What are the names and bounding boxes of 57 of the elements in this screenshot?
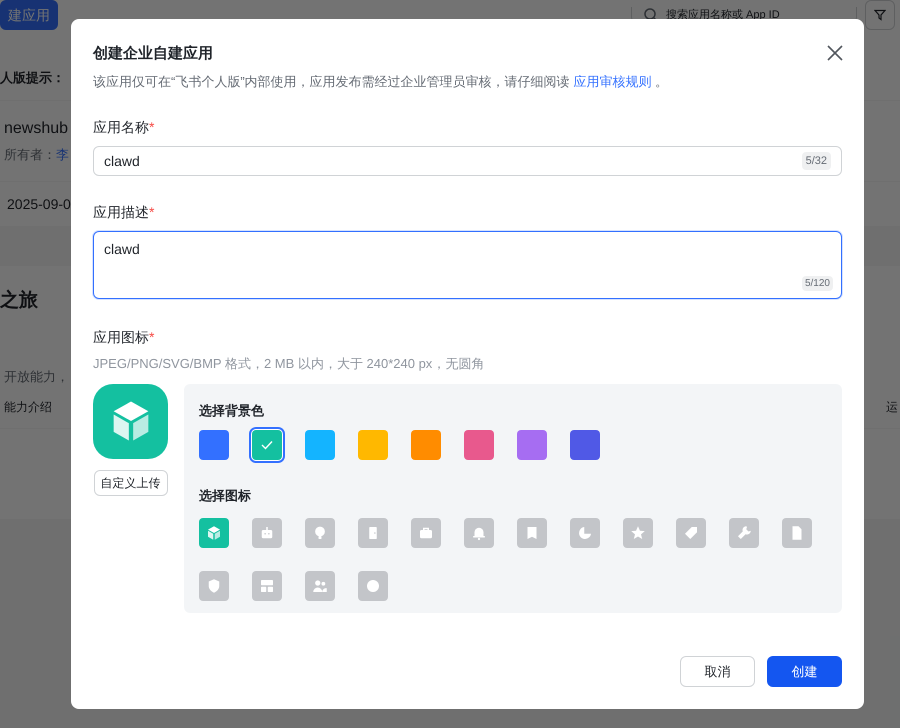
icon-option[interactable] bbox=[517, 518, 547, 548]
icon-option[interactable] bbox=[464, 518, 494, 548]
color-swatch[interactable] bbox=[464, 430, 494, 460]
color-swatch[interactable] bbox=[411, 430, 441, 460]
date-text: 2025-09-0 bbox=[7, 194, 71, 214]
dialog-title: 创建企业自建应用 bbox=[93, 44, 213, 64]
icon-option[interactable] bbox=[729, 518, 759, 548]
icon-heading: 选择图标 bbox=[199, 487, 252, 505]
field-label: 应用图标 bbox=[93, 328, 149, 347]
check-icon bbox=[261, 440, 273, 450]
app-description-input[interactable]: clawd 5/120 bbox=[93, 231, 842, 299]
icon-option[interactable] bbox=[358, 518, 388, 548]
icon-option[interactable] bbox=[623, 518, 653, 548]
wrench-icon bbox=[735, 524, 753, 542]
ops-text: 运 bbox=[886, 399, 899, 416]
icon-option[interactable] bbox=[305, 570, 335, 600]
dialog-description: 该应用仅可在“飞书个人版”内部使用，应用发布需经过企业管理员审核，请仔细阅读 应用审核规则 。 bbox=[93, 72, 669, 90]
color-swatch[interactable] bbox=[252, 430, 282, 460]
required-mark: * bbox=[149, 328, 154, 347]
cancel-button[interactable]: 取消 bbox=[680, 656, 755, 687]
filter-icon bbox=[874, 9, 886, 21]
icon-option[interactable] bbox=[358, 570, 388, 600]
icon-option[interactable] bbox=[782, 518, 812, 548]
filter-button[interactable] bbox=[865, 0, 895, 30]
search-icon bbox=[644, 8, 658, 22]
icon-option[interactable] bbox=[199, 570, 229, 600]
color-swatch[interactable] bbox=[570, 430, 600, 460]
required-mark: * bbox=[149, 118, 154, 137]
icon-option[interactable] bbox=[252, 518, 282, 548]
close-icon bbox=[826, 44, 844, 62]
icon-option[interactable] bbox=[570, 518, 600, 548]
app-name: newshub bbox=[4, 119, 68, 140]
icon-option[interactable] bbox=[305, 518, 335, 548]
create-button[interactable]: 创建 bbox=[767, 656, 842, 687]
custom-upload-button[interactable]: 自定义上传 bbox=[94, 470, 168, 496]
character-counter: 5/120 bbox=[802, 276, 833, 291]
color-swatch[interactable] bbox=[517, 430, 547, 460]
color-heading: 选择背景色 bbox=[199, 402, 265, 420]
icon-option[interactable] bbox=[199, 518, 229, 548]
color-swatch[interactable] bbox=[305, 430, 335, 460]
review-rules-link[interactable]: 应用审核规则 bbox=[573, 74, 652, 88]
icon-option[interactable] bbox=[252, 570, 282, 600]
capability-link[interactable]: 能力介绍 bbox=[0, 398, 52, 416]
notice-text: 人版提示： bbox=[0, 69, 65, 88]
app-name-input[interactable]: clawd 5/32 bbox=[93, 146, 842, 176]
icon-option[interactable] bbox=[411, 518, 441, 548]
color-swatch[interactable] bbox=[358, 430, 388, 460]
section-text: 开放能力， bbox=[3, 368, 69, 386]
field-label: 应用名称 bbox=[93, 118, 149, 137]
owner-label: 所有者： bbox=[4, 146, 56, 164]
icon-option[interactable] bbox=[676, 518, 706, 548]
required-mark: * bbox=[149, 203, 154, 222]
character-counter: 5/32 bbox=[802, 152, 831, 170]
icon-hint: JPEG/PNG/SVG/BMP 格式，2 MB 以内，大于 240*240 px，无圆角 bbox=[93, 355, 486, 373]
field-label: 应用描述 bbox=[93, 203, 149, 222]
color-swatch[interactable] bbox=[199, 430, 229, 460]
cube-icon bbox=[205, 524, 223, 542]
